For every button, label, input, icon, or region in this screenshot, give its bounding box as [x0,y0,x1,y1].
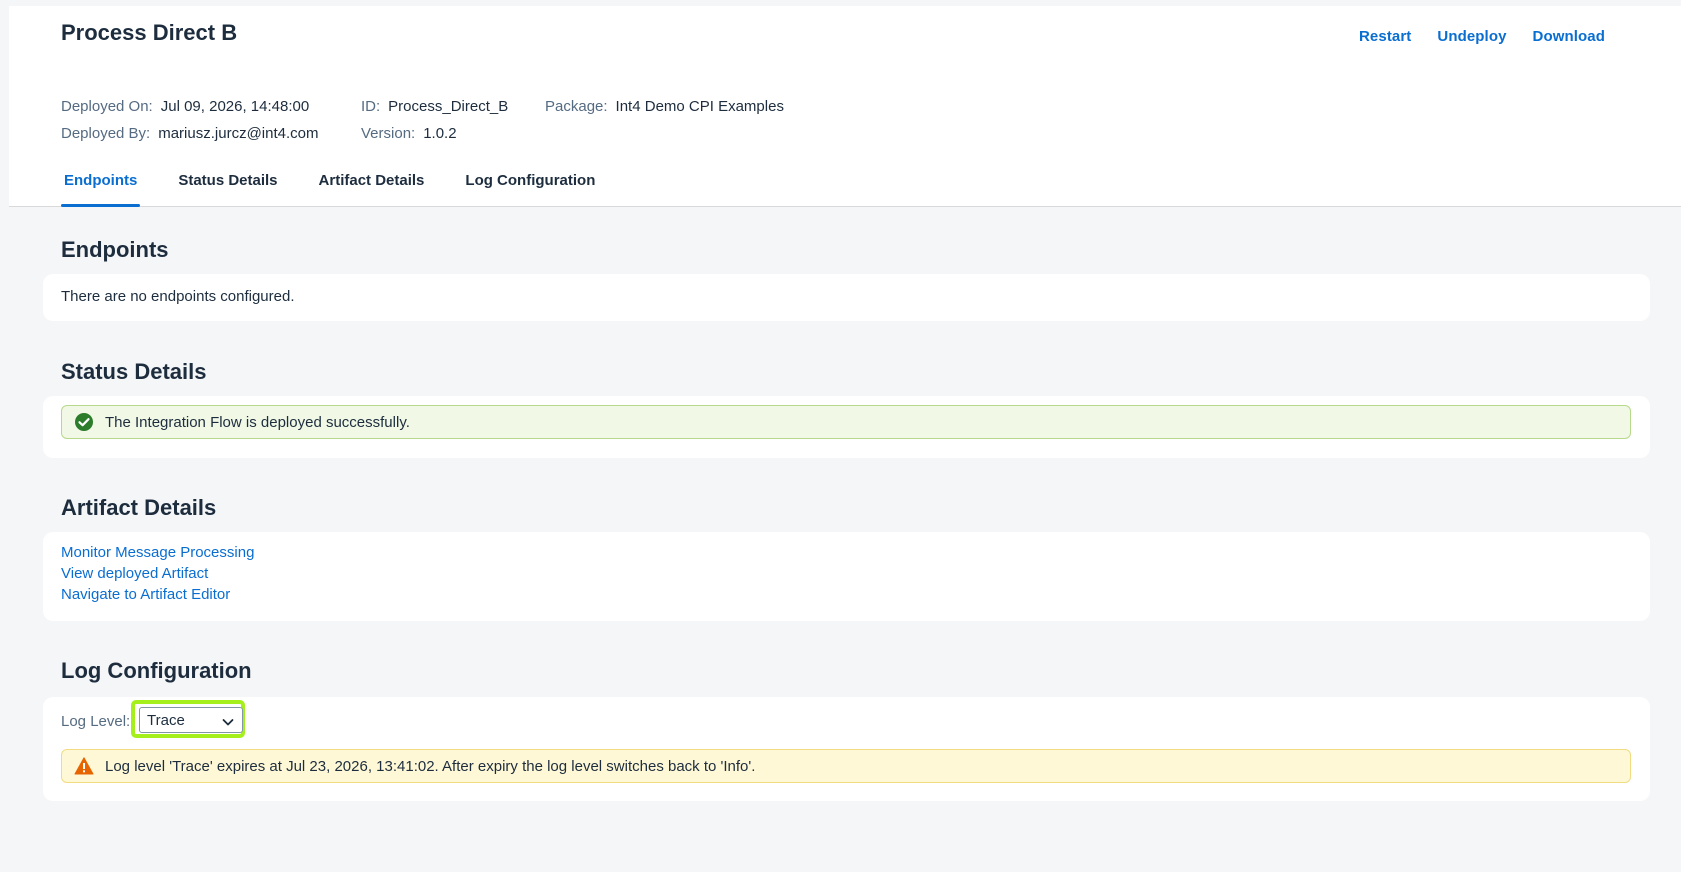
no-endpoints-text: There are no endpoints configured. [61,288,295,305]
view-deployed-artifact-link[interactable]: View deployed Artifact [61,563,254,584]
warning-message-strip: Log level 'Trace' expires at Jul 23, 202… [61,749,1631,783]
version-value: 1.0.2 [423,125,457,142]
package-label: Package: [545,98,608,115]
artifact-details-section-title: Artifact Details [61,495,217,520]
artifact-details-card: Monitor Message Processing View deployed… [43,532,1650,621]
endpoints-card: There are no endpoints configured. [43,274,1650,321]
artifact-links: Monitor Message Processing View deployed… [61,542,254,605]
section-tabs: Endpoints Status Details Artifact Detail… [61,170,633,207]
chevron-down-icon [222,715,234,727]
header-actions: Restart Undeploy Download [1359,28,1605,45]
tab-status-details[interactable]: Status Details [175,170,280,206]
status-details-card: The Integration Flow is deployed success… [43,396,1650,458]
deployed-by-value: mariusz.jurcz@int4.com [158,125,319,142]
log-configuration-section-title: Log Configuration [61,658,252,683]
id-value: Process_Direct_B [388,98,509,115]
version-label: Version: [361,125,416,142]
deployed-on-label: Deployed On: [61,98,153,115]
endpoints-section-title: Endpoints [61,237,169,262]
log-configuration-card: Log Level: Trace Log level 'Trace' expir… [43,697,1650,801]
object-page-header: Process Direct B Restart Undeploy Downlo… [9,6,1681,207]
page-title: Process Direct B [61,20,238,45]
tab-endpoints[interactable]: Endpoints [61,170,141,207]
deployed-on-value: Jul 09, 2026, 14:48:00 [160,98,310,115]
status-details-section-title: Status Details [61,359,207,384]
restart-button[interactable]: Restart [1359,28,1411,45]
tab-log-configuration[interactable]: Log Configuration [462,170,598,206]
id-label: ID: [361,98,381,115]
status-message-text: The Integration Flow is deployed success… [105,413,410,431]
success-check-icon [74,412,94,432]
navigate-to-artifact-editor-link[interactable]: Navigate to Artifact Editor [61,584,254,605]
log-level-label: Log Level: [61,713,131,730]
log-level-selected-value: Trace [147,711,185,729]
warning-message-text: Log level 'Trace' expires at Jul 23, 202… [105,757,756,775]
undeploy-button[interactable]: Undeploy [1437,28,1506,45]
tab-artifact-details[interactable]: Artifact Details [316,170,428,206]
deployment-metadata: Deployed On: Jul 09, 2026, 14:48:00 ID: … [61,93,784,147]
warning-triangle-icon [74,756,94,776]
package-value: Int4 Demo CPI Examples [615,98,784,115]
monitor-message-processing-link[interactable]: Monitor Message Processing [61,542,254,563]
deployed-by-label: Deployed By: [61,125,151,142]
download-button[interactable]: Download [1533,28,1605,45]
log-level-select[interactable]: Trace [139,707,243,733]
success-message-strip: The Integration Flow is deployed success… [61,405,1631,439]
